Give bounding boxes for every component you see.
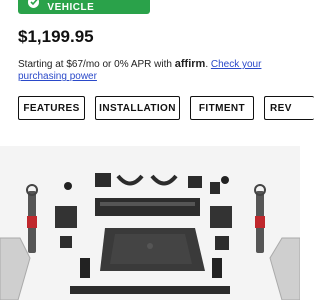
- checkmark-icon: [28, 0, 40, 8]
- tab-label: INSTALLATION: [99, 102, 176, 114]
- tab-label: FITMENT: [198, 102, 246, 114]
- fits-your-vehicle-button[interactable]: FITS YOUR VEHICLE: [18, 0, 150, 14]
- affirm-logo: affirm: [174, 58, 206, 70]
- financing-period: .: [205, 59, 209, 70]
- product-price: $1,199.95: [18, 27, 94, 46]
- tab-label: FEATURES: [23, 102, 80, 114]
- fits-button-label: FITS YOUR VEHICLE: [47, 0, 104, 13]
- tab-label: REV: [270, 102, 292, 114]
- tab-installation[interactable]: INSTALLATION: [95, 96, 180, 120]
- tab-features[interactable]: FEATURES: [18, 96, 85, 120]
- product-image[interactable]: [0, 146, 301, 301]
- lift-kit-image: [0, 173, 301, 301]
- tab-reviews[interactable]: REV: [264, 96, 314, 120]
- financing-prefix: Starting at $67/mo or 0% APR with: [18, 59, 172, 70]
- tab-fitment[interactable]: FITMENT: [190, 96, 254, 120]
- financing-text: Starting at $67/mo or 0% APR with affirm…: [18, 58, 280, 83]
